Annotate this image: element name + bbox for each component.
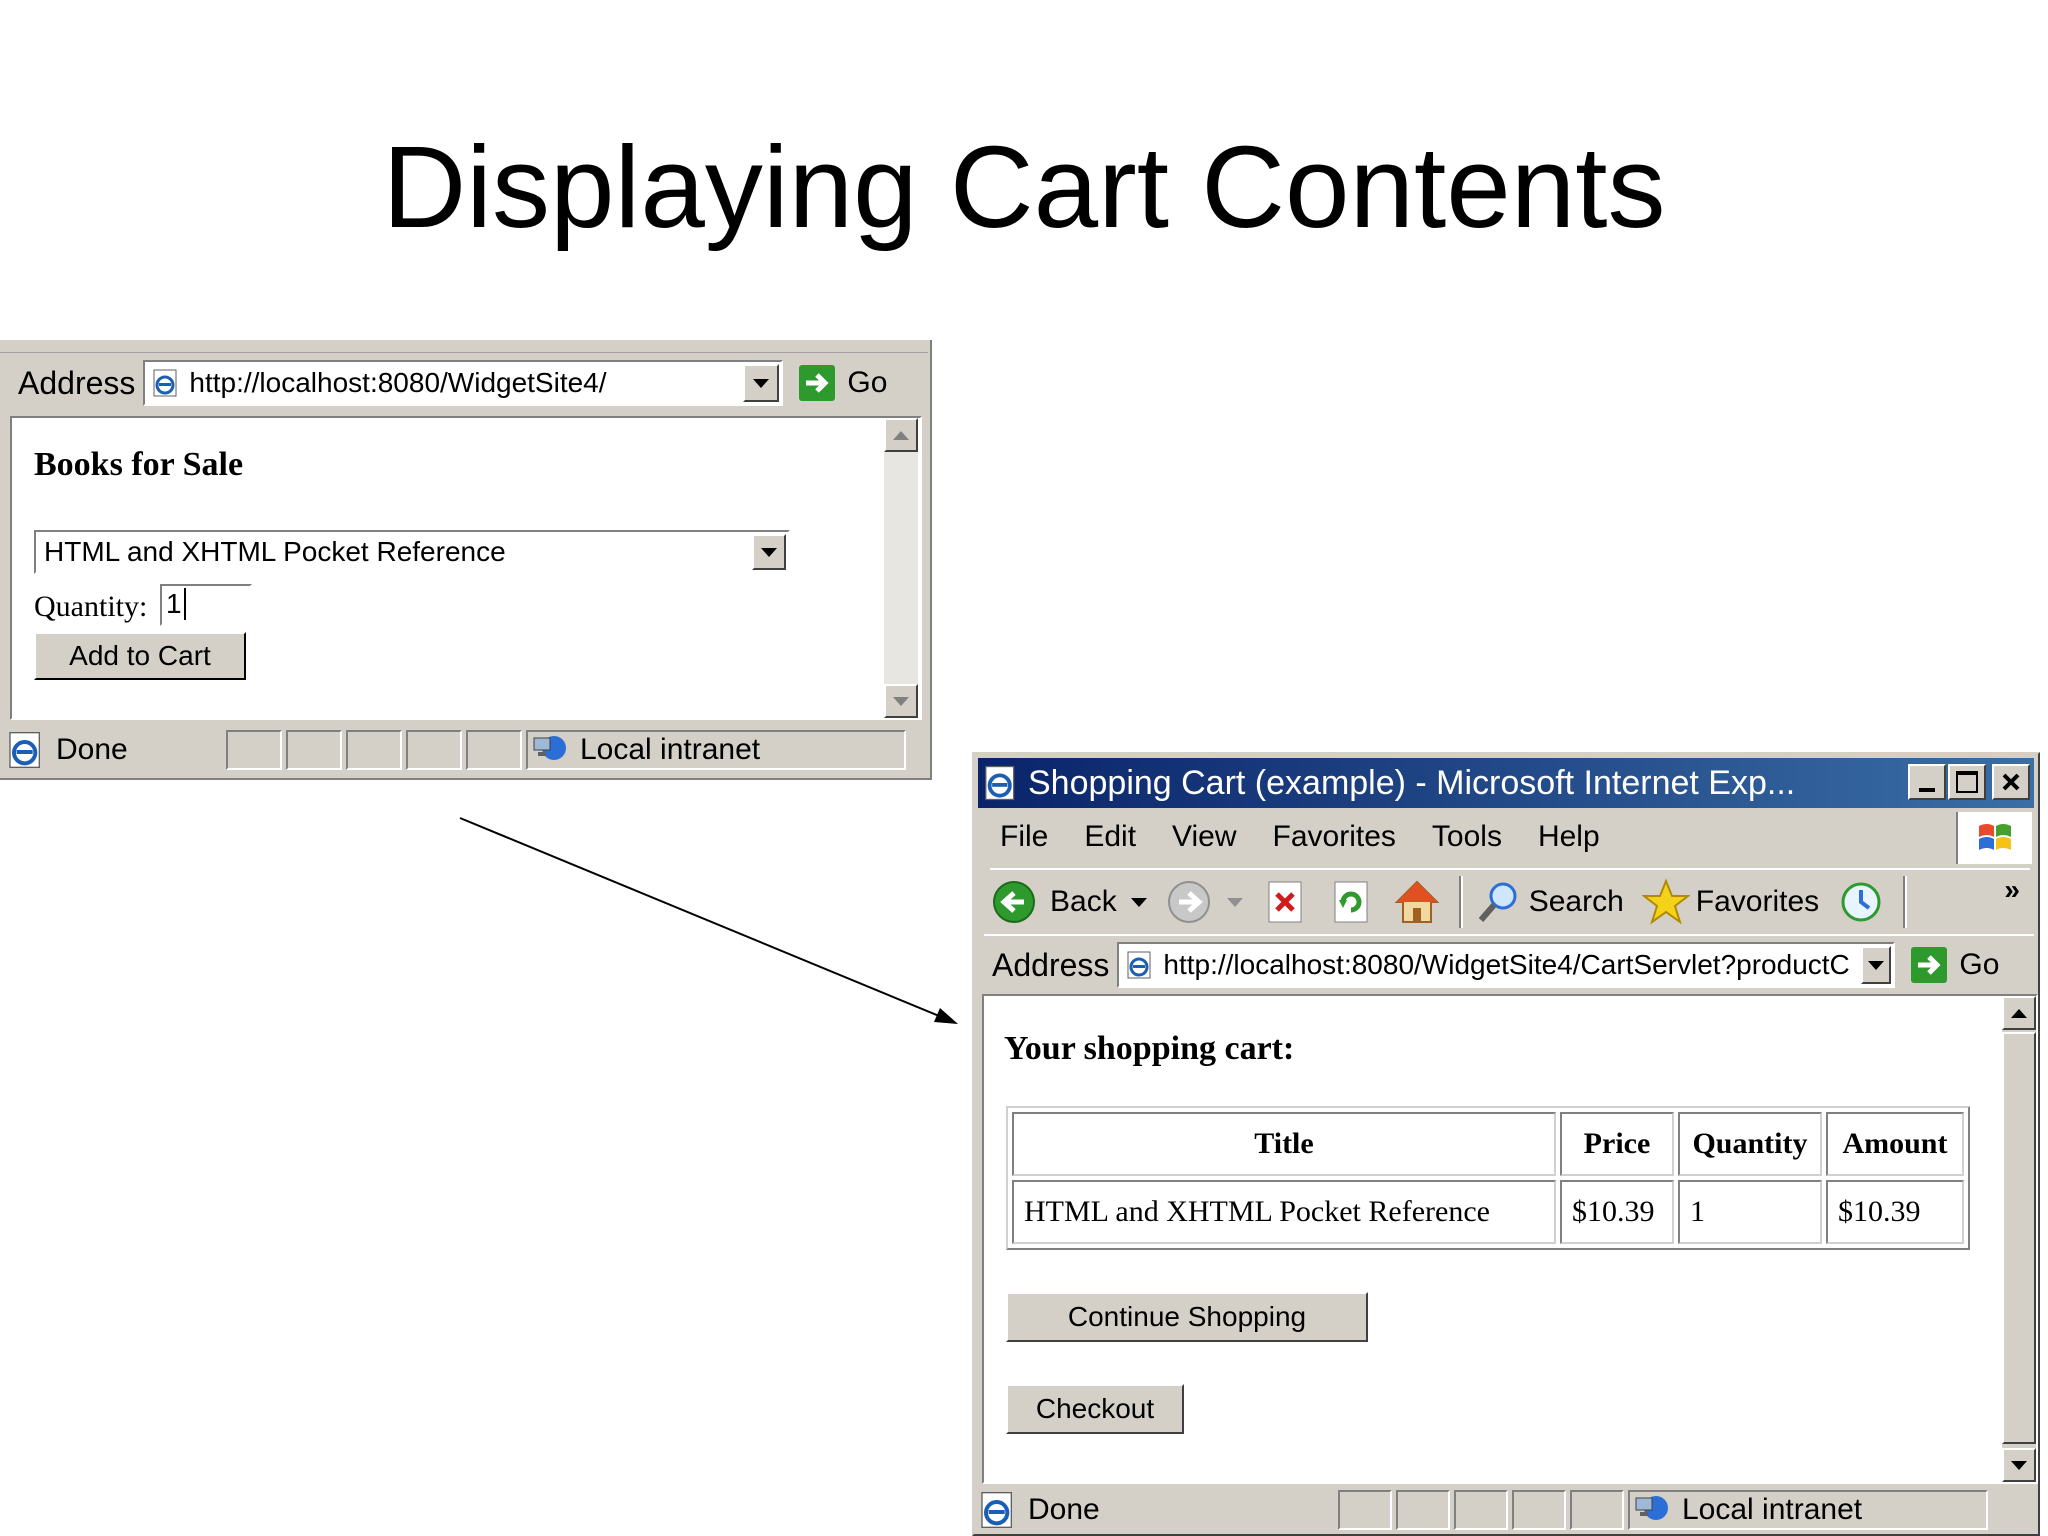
search-button[interactable]: Search — [1475, 878, 1624, 926]
menu-favorites[interactable]: Favorites — [1273, 820, 1396, 854]
stop-icon — [1268, 881, 1302, 923]
status-bar: Done Local intranet — [978, 1488, 2034, 1532]
search-icon — [1478, 882, 1517, 922]
back-arrow-icon — [993, 881, 1035, 923]
page-heading: Your shopping cart: — [1004, 1030, 1295, 1067]
home-icon — [1394, 880, 1440, 923]
table-row: HTML and XHTML Pocket Reference $10.39 1… — [1012, 1180, 1964, 1244]
address-bar: Address http://localhost:8080/WidgetSite… — [984, 934, 2034, 994]
windows-logo-box — [1956, 812, 2032, 864]
browser-window-cart: Shopping Cart (example) - Microsoft Inte… — [972, 752, 2040, 1536]
scroll-down-button[interactable] — [2002, 1448, 2036, 1482]
maximize-button[interactable] — [1948, 764, 1986, 800]
windows-logo-icon — [1979, 824, 2011, 850]
favorites-star-icon — [1641, 878, 1690, 925]
toolbar-separator — [1903, 876, 1908, 928]
address-dropdown-button[interactable] — [1861, 946, 1892, 984]
arrow-down-icon — [2011, 1460, 2027, 1470]
address-url: http://localhost:8080/WidgetSite4/CartSe… — [1163, 949, 1850, 980]
forward-arrow-icon — [1167, 881, 1210, 923]
chevron-down-icon[interactable] — [1226, 897, 1243, 907]
back-label: Back — [1050, 885, 1117, 918]
title-bar: Shopping Cart (example) - Microsoft Inte… — [978, 758, 2034, 808]
favorites-label: Favorites — [1695, 885, 1820, 918]
zone-cell: Local intranet — [1628, 1490, 1988, 1530]
standard-toolbar: Back Search Favorites » — [990, 868, 2030, 934]
go-label: Go — [1959, 948, 2000, 981]
toolbar-separator — [1458, 876, 1463, 928]
menu-tools[interactable]: Tools — [1432, 820, 1502, 854]
stop-button[interactable] — [1261, 878, 1309, 926]
intranet-icon — [1635, 1496, 1668, 1520]
back-button[interactable]: Back — [990, 878, 1147, 926]
status-cell — [1570, 1490, 1624, 1530]
arrow-head-icon — [934, 1008, 958, 1024]
status-cell — [1338, 1490, 1392, 1530]
page-content: Your shopping cart: Title Price Quantity… — [982, 994, 2038, 1484]
cell-title: HTML and XHTML Pocket Reference — [1012, 1180, 1556, 1244]
forward-button[interactable] — [1165, 878, 1243, 926]
ie-app-icon — [985, 765, 1015, 801]
close-icon — [2002, 773, 2020, 791]
menu-file[interactable]: File — [1000, 820, 1048, 854]
search-label: Search — [1528, 885, 1624, 918]
chevron-down-icon — [1868, 960, 1885, 970]
address-label: Address — [992, 946, 1110, 983]
menu-edit[interactable]: Edit — [1084, 820, 1136, 854]
go-arrow-icon — [1911, 947, 1948, 983]
cell-amount: $10.39 — [1825, 1180, 1964, 1244]
close-button[interactable] — [1992, 764, 2030, 800]
cell-price: $10.39 — [1560, 1180, 1674, 1244]
home-button[interactable] — [1393, 878, 1441, 926]
minimize-icon — [1919, 788, 1935, 792]
toolbar-chevron-icon[interactable]: » — [2004, 874, 2020, 906]
history-button[interactable] — [1837, 878, 1885, 926]
window-title: Shopping Cart (example) - Microsoft Inte… — [1028, 763, 1796, 802]
column-header-quantity: Quantity — [1677, 1112, 1822, 1176]
scroll-thumb[interactable] — [2002, 1032, 2036, 1444]
status-text: Done — [1028, 1493, 1100, 1526]
menu-help[interactable]: Help — [1538, 820, 1600, 854]
ie-page-icon — [1127, 951, 1151, 979]
maximize-icon — [1956, 771, 1978, 793]
zone-text: Local intranet — [1682, 1493, 1863, 1526]
minimize-button[interactable] — [1908, 764, 1946, 800]
window-controls — [1908, 764, 2030, 800]
vertical-scrollbar[interactable] — [2002, 996, 2036, 1482]
status-cell — [1396, 1490, 1450, 1530]
menu-bar: File Edit View Favorites Tools Help — [1000, 820, 1636, 854]
address-input[interactable]: http://localhost:8080/WidgetSite4/CartSe… — [1117, 942, 1896, 988]
go-button[interactable]: Go — [1909, 945, 1999, 985]
favorites-button[interactable]: Favorites — [1641, 878, 1820, 926]
history-icon — [1841, 882, 1881, 922]
chevron-down-icon[interactable] — [1130, 897, 1147, 907]
menu-view[interactable]: View — [1172, 820, 1236, 854]
column-header-title: Title — [1012, 1112, 1556, 1176]
scroll-up-button[interactable] — [2002, 996, 2036, 1030]
arrow-up-icon — [2011, 1008, 2027, 1018]
status-cell — [1454, 1490, 1508, 1530]
checkout-button[interactable]: Checkout — [1006, 1384, 1184, 1434]
cart-table: Title Price Quantity Amount HTML and XHT… — [1006, 1106, 1970, 1250]
arrow-line — [459, 817, 945, 1019]
column-header-amount: Amount — [1825, 1112, 1964, 1176]
cell-quantity: 1 — [1677, 1180, 1822, 1244]
refresh-button[interactable] — [1327, 878, 1375, 926]
status-cell — [1512, 1490, 1566, 1530]
column-header-price: Price — [1560, 1112, 1674, 1176]
refresh-icon — [1334, 881, 1368, 923]
table-header-row: Title Price Quantity Amount — [1012, 1112, 1964, 1176]
continue-shopping-button[interactable]: Continue Shopping — [1006, 1292, 1368, 1342]
ie-page-icon — [981, 1492, 1012, 1528]
